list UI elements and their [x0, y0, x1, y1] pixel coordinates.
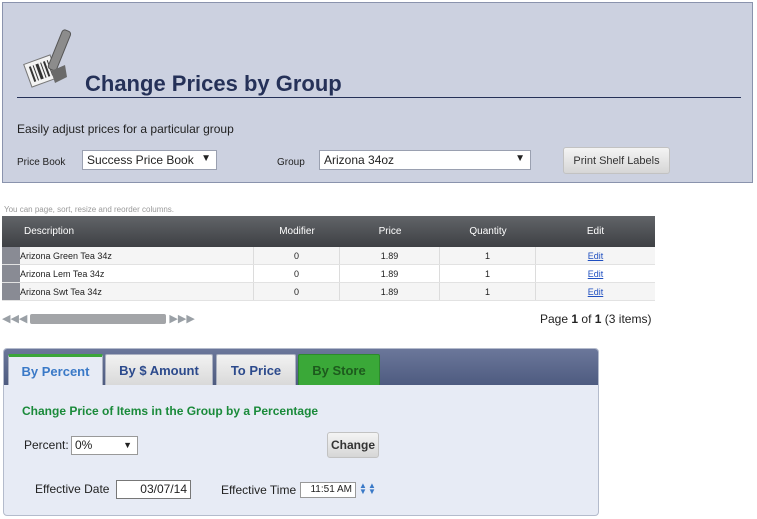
effective-time-input[interactable]: 11:51 AM [300, 482, 356, 498]
cell-quantity: 1 [440, 247, 536, 264]
effective-time-label: Effective Time [221, 483, 297, 497]
dropdown-arrow-icon: ▼ [201, 153, 211, 164]
cell-modifier: 0 [254, 283, 340, 300]
page-subtitle: Easily adjust prices for a particular gr… [17, 122, 234, 136]
tab-by-amount[interactable]: By $ Amount [105, 354, 213, 385]
column-header-description[interactable]: Description [2, 216, 254, 247]
table-row[interactable]: Arizona Lem Tea 34z 0 1.89 1 Edit [2, 265, 655, 283]
next-page-icon[interactable]: ▶ [169, 312, 177, 326]
barcode-scanner-icon [23, 29, 72, 88]
column-header-price[interactable]: Price [340, 216, 440, 247]
table-row[interactable]: Arizona Green Tea 34z 0 1.89 1 Edit [2, 247, 655, 265]
column-header-modifier[interactable]: Modifier [254, 216, 340, 247]
percent-select[interactable]: 0% ▼ [71, 436, 138, 455]
price-change-panel: By Percent By $ Amount To Price By Store… [3, 348, 599, 516]
page-current: 1 [571, 312, 579, 326]
grid-header: Description Modifier Price Quantity Edit [2, 216, 655, 247]
last-page-icon[interactable]: ▶▶ [178, 312, 195, 326]
first-page-icon[interactable]: ◀◀ [2, 312, 19, 326]
edit-link[interactable]: Edit [588, 269, 604, 279]
time-spinner-icon[interactable]: ▲ ▼ [359, 482, 367, 496]
page-info: Page 1 of 1 (3 items) [540, 312, 651, 326]
dropdown-arrow-icon: ▼ [123, 440, 132, 450]
print-shelf-labels-button[interactable]: Print Shelf Labels [563, 147, 670, 174]
section-heading: Change Price of Items in the Group by a … [22, 404, 319, 418]
tab-by-percent[interactable]: By Percent [8, 354, 103, 385]
cell-quantity: 1 [440, 283, 536, 300]
items-grid: Description Modifier Price Quantity Edit… [2, 216, 655, 301]
cell-modifier: 0 [254, 247, 340, 264]
page-title: Change Prices by Group [85, 71, 342, 96]
cell-modifier: 0 [254, 265, 340, 282]
cell-price: 1.89 [340, 265, 440, 282]
column-header-quantity[interactable]: Quantity [440, 216, 536, 247]
time-spinner-icon[interactable]: ▲ ▼ [368, 482, 376, 496]
price-book-label: Price Book [17, 157, 66, 168]
column-header-edit[interactable]: Edit [536, 216, 655, 247]
percent-label: Percent: [24, 438, 69, 452]
grid-hint: You can page, sort, resize and reorder c… [4, 205, 175, 214]
tab-by-store[interactable]: By Store [298, 354, 380, 385]
grid-body: Arizona Green Tea 34z 0 1.89 1 Edit Ariz… [2, 247, 655, 301]
group-value: Arizona 34oz [324, 153, 395, 167]
effective-date-input[interactable]: 03/07/14 [116, 480, 191, 499]
cell-edit: Edit [536, 247, 655, 264]
edit-link[interactable]: Edit [588, 251, 604, 261]
change-button[interactable]: Change [327, 432, 379, 458]
cell-price: 1.89 [340, 247, 440, 264]
effective-date-label: Effective Date [35, 482, 110, 496]
horizontal-scrollbar[interactable] [30, 314, 167, 324]
title-divider [17, 97, 741, 98]
percent-value: 0% [75, 438, 93, 452]
cell-description: Arizona Lem Tea 34z [2, 265, 254, 282]
cell-edit: Edit [536, 283, 655, 300]
cell-description: Arizona Swt Tea 34z [2, 283, 254, 300]
table-row[interactable]: Arizona Swt Tea 34z 0 1.89 1 Edit [2, 283, 655, 301]
group-select[interactable]: Arizona 34oz ▼ [319, 150, 531, 170]
price-book-value: Success Price Book [87, 153, 194, 167]
dropdown-arrow-icon: ▼ [515, 153, 525, 164]
page-prefix: Page [540, 312, 569, 326]
cell-description: Arizona Green Tea 34z [2, 247, 254, 264]
edit-link[interactable]: Edit [588, 287, 604, 297]
pager-controls: ◀◀ ◀ ▶ ▶▶ [2, 312, 195, 326]
price-book-select[interactable]: Success Price Book ▼ [82, 150, 217, 170]
page-items: (3 items) [604, 312, 652, 326]
group-label: Group [277, 157, 305, 168]
tab-to-price[interactable]: To Price [216, 354, 296, 385]
cell-price: 1.89 [340, 283, 440, 300]
cell-edit: Edit [536, 265, 655, 282]
page-total: 1 [594, 312, 602, 326]
cell-quantity: 1 [440, 265, 536, 282]
prev-page-icon[interactable]: ◀ [19, 312, 27, 326]
header-panel: Change Prices by Group Easily adjust pri… [2, 2, 753, 183]
page-of: of [581, 312, 592, 326]
